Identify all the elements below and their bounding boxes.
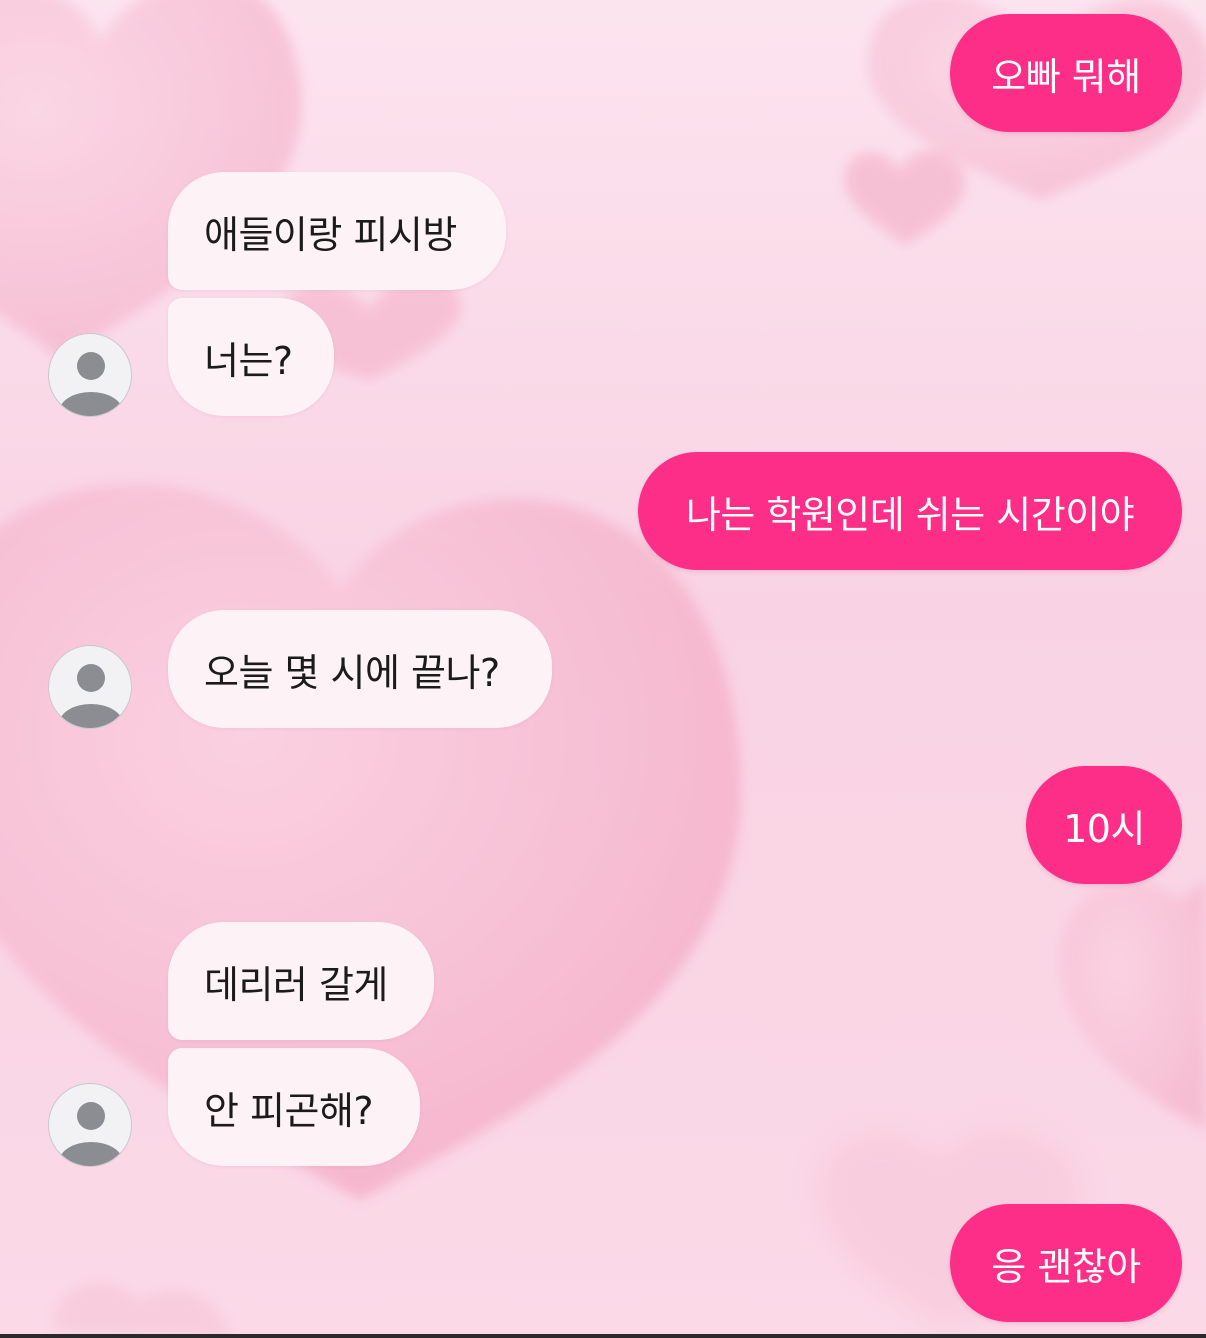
- message-bubble-outgoing[interactable]: 나는 학원인데 쉬는 시간이야: [638, 452, 1182, 570]
- message-bubble-incoming[interactable]: 데리러 갈게: [168, 922, 434, 1040]
- message-bubble-incoming[interactable]: 너는?: [168, 298, 334, 416]
- avatar[interactable]: [48, 333, 132, 417]
- chat-thread: 오빠 뭐해 애들이랑 피시방 너는? 나는 학원인데 쉬는 시간이야 오늘 몇 …: [0, 0, 1206, 1338]
- default-user-icon: [59, 664, 123, 728]
- avatar[interactable]: [48, 1083, 132, 1167]
- default-user-icon: [59, 352, 123, 416]
- message-bubble-incoming[interactable]: 애들이랑 피시방: [168, 172, 506, 290]
- message-bubble-incoming[interactable]: 안 피곤해?: [168, 1048, 420, 1166]
- message-bubble-outgoing[interactable]: 응 괜찮아: [950, 1204, 1182, 1322]
- message-bubble-outgoing[interactable]: 오빠 뭐해: [950, 14, 1182, 132]
- message-bubble-incoming[interactable]: 오늘 몇 시에 끝나?: [168, 610, 552, 728]
- bottom-divider: [0, 1334, 1206, 1338]
- avatar[interactable]: [48, 645, 132, 729]
- default-user-icon: [59, 1102, 123, 1166]
- message-bubble-outgoing[interactable]: 10시: [1026, 766, 1182, 884]
